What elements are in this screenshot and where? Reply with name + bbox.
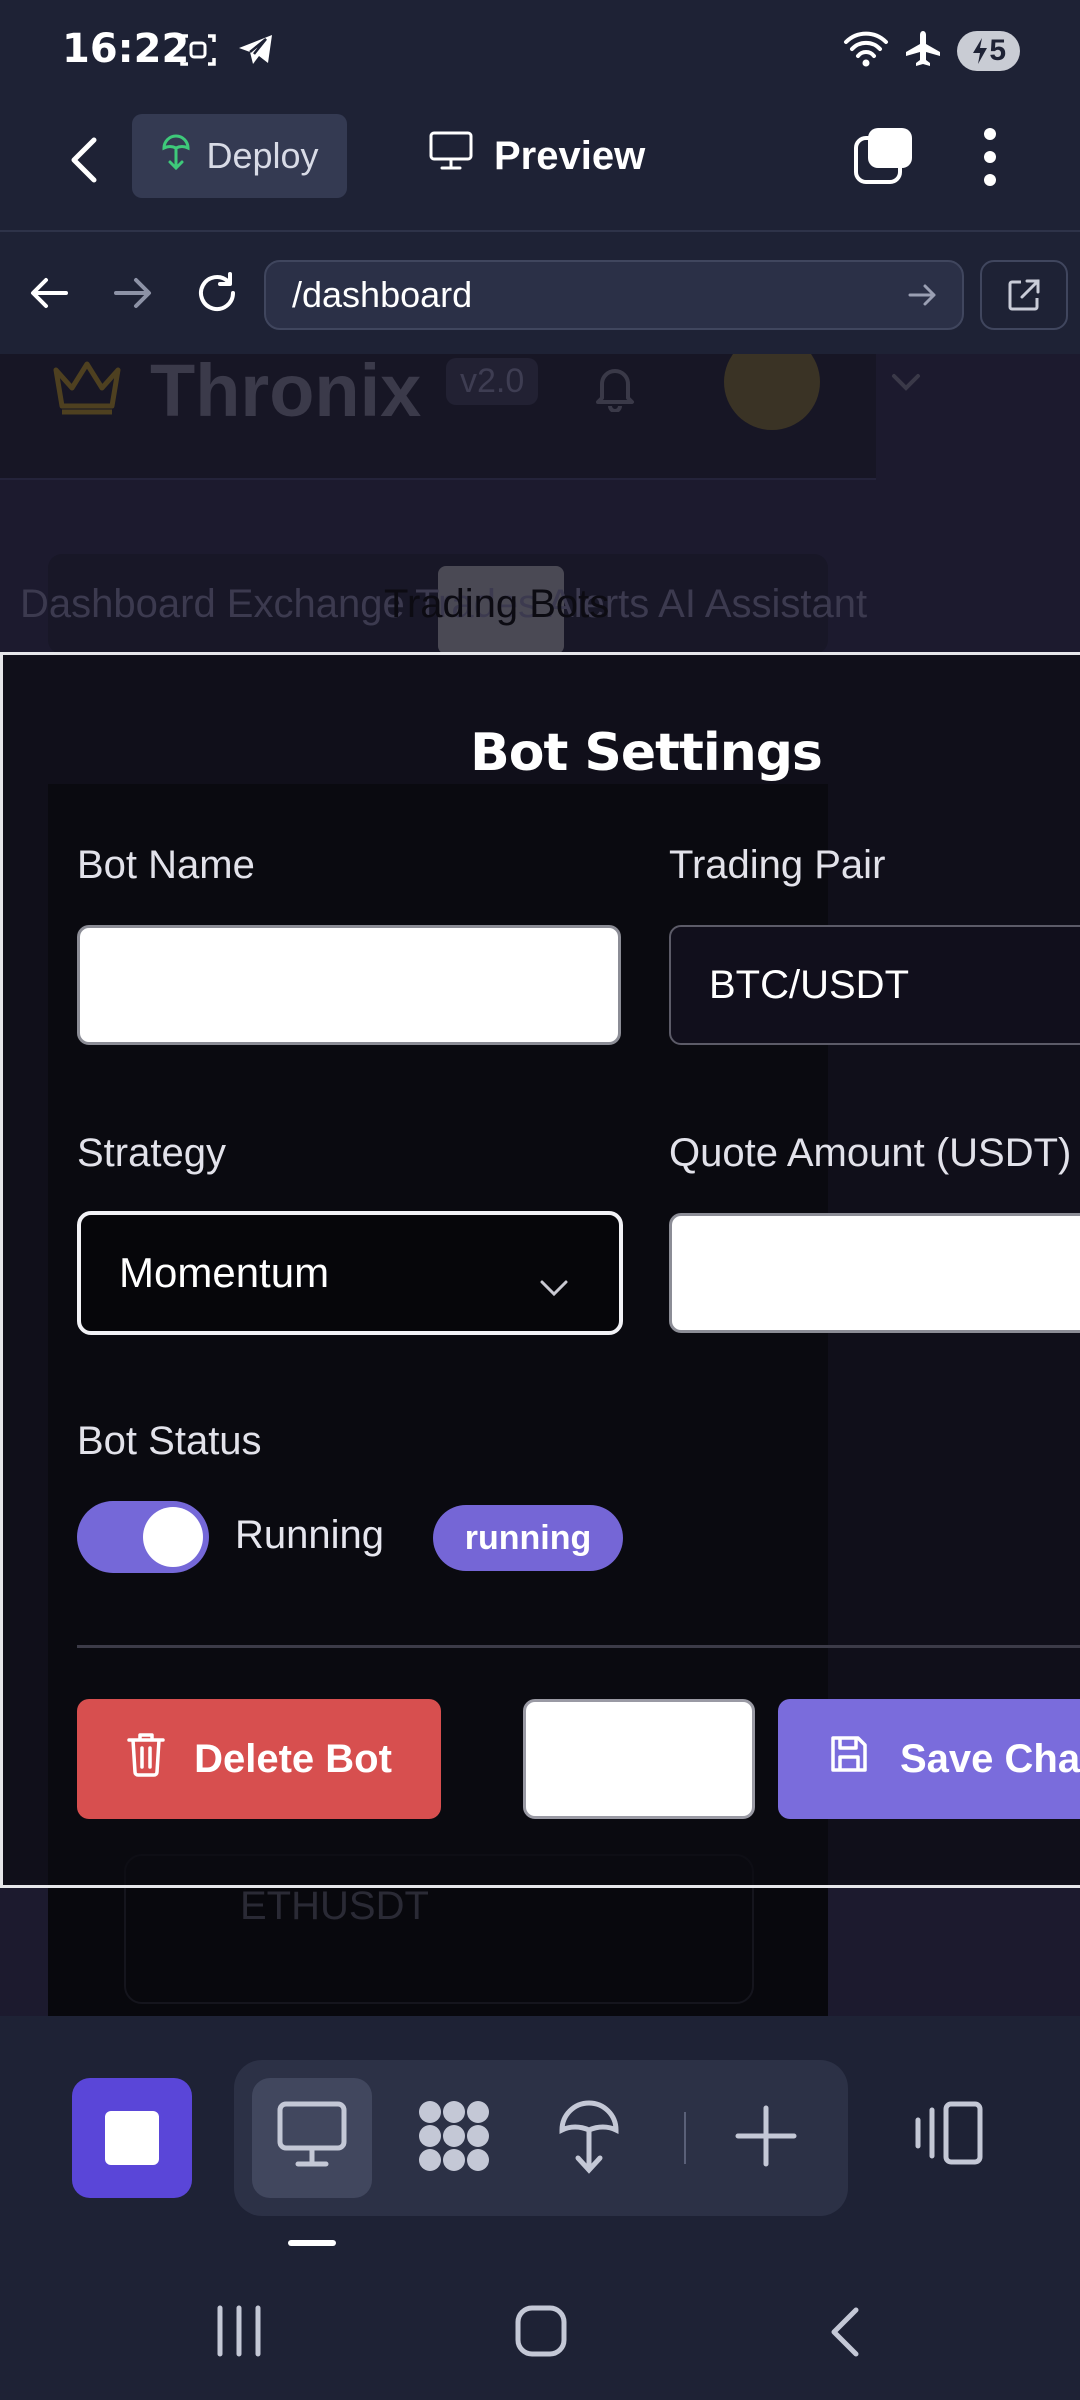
more-options-icon[interactable]	[975, 124, 1005, 190]
status-badge: running	[433, 1505, 623, 1571]
url-input[interactable]: /dashboard	[264, 260, 964, 330]
chevron-down-icon	[537, 1261, 571, 1309]
phone-screen: 16:22 5 Deploy Preview /dashboard Throni…	[0, 0, 1080, 2400]
airplane-icon	[903, 28, 943, 73]
divider	[77, 1645, 1080, 1648]
open-external-icon[interactable]	[980, 260, 1068, 330]
crown-icon	[50, 358, 124, 423]
version-badge: v2.0	[446, 358, 539, 405]
browser-back-icon[interactable]	[26, 270, 72, 321]
wifi-icon	[843, 28, 889, 73]
panel-icon[interactable]	[912, 2100, 984, 2171]
strategy-value: Momentum	[119, 1249, 330, 1296]
avatar[interactable]	[724, 354, 820, 430]
bottom-toolbar	[0, 2016, 1080, 2266]
quote-amount-input[interactable]	[669, 1213, 1080, 1333]
site-header: Thronix v2.0	[0, 354, 920, 480]
bot-name-label: Bot Name	[77, 843, 255, 887]
tool-group	[234, 2060, 848, 2216]
cancel-button[interactable]	[523, 1699, 755, 1819]
back-button[interactable]	[60, 130, 110, 190]
battery-icon: 5	[957, 30, 1020, 71]
browser-toolbar: /dashboard	[0, 234, 1080, 354]
battery-level: 5	[989, 33, 1006, 67]
strategy-label: Strategy	[77, 1131, 226, 1175]
status-icons-left	[178, 30, 276, 75]
delete-label: Delete Bot	[194, 1736, 392, 1781]
deploy-icon[interactable]	[554, 2096, 624, 2181]
trash-icon	[126, 1731, 166, 1787]
system-back-icon[interactable]	[824, 2304, 864, 2365]
nav-item-trading-bots[interactable]: Trading Bots	[384, 582, 609, 627]
monitor-icon[interactable]	[274, 2096, 350, 2181]
bot-name-input[interactable]	[77, 925, 621, 1045]
telegram-icon	[236, 30, 276, 75]
trading-pair-field[interactable]: BTC/USDT	[669, 925, 1080, 1045]
save-changes-button[interactable]: Save Changes	[778, 1699, 1080, 1819]
recent-apps-icon[interactable]	[214, 2304, 264, 2363]
status-bar: 16:22 5	[0, 0, 1080, 100]
toggle-label: Running	[235, 1513, 385, 1557]
tool-separator	[684, 2112, 686, 2164]
background-symbol: ETHUSDT	[240, 1884, 429, 1928]
status-time: 16:22	[62, 26, 190, 72]
save-label: Save Changes	[900, 1736, 1080, 1781]
chevron-down-icon[interactable]	[888, 368, 924, 403]
deploy-button[interactable]: Deploy	[132, 114, 347, 198]
trading-pair-label: Trading Pair	[669, 843, 886, 887]
bot-status-toggle[interactable]	[77, 1501, 209, 1573]
url-text: /dashboard	[292, 274, 473, 315]
preview-label: Preview	[494, 133, 646, 178]
bell-icon[interactable]	[590, 362, 640, 417]
browser-forward-icon[interactable]	[110, 270, 156, 321]
delete-bot-button[interactable]: Delete Bot	[77, 1699, 441, 1819]
plus-icon[interactable]	[726, 2096, 806, 2181]
trading-pair-value: BTC/USDT	[709, 962, 909, 1007]
quote-amount-label: Quote Amount (USDT)	[669, 1131, 1072, 1175]
reload-icon[interactable]	[192, 268, 242, 323]
save-icon	[828, 1733, 870, 1785]
tabs-button[interactable]	[852, 126, 914, 188]
modal-title: Bot Settings	[470, 723, 823, 783]
deploy-label: Deploy	[206, 135, 319, 176]
monitor-icon	[428, 130, 474, 182]
bot-status-label: Bot Status	[77, 1419, 262, 1463]
active-tool-indicator	[288, 2240, 336, 2246]
strategy-select[interactable]: Momentum	[77, 1211, 623, 1335]
bot-settings-modal: Bot Settings Bot Name Trading Pair BTC/U…	[0, 652, 1080, 1888]
status-icons-right: 5	[843, 28, 1020, 73]
home-icon[interactable]	[514, 2302, 568, 2365]
deploy-icon	[160, 132, 192, 181]
system-nav-bar	[0, 2266, 1080, 2400]
app-bar: Deploy Preview	[0, 100, 1080, 232]
toggle-knob	[143, 1507, 203, 1567]
site-brand: Thronix	[150, 354, 422, 432]
apps-icon[interactable]	[414, 2096, 494, 2181]
url-go-icon[interactable]	[906, 278, 940, 321]
screenshot-icon	[178, 30, 218, 75]
square-icon[interactable]	[72, 2078, 192, 2198]
preview-button[interactable]: Preview	[428, 114, 645, 198]
